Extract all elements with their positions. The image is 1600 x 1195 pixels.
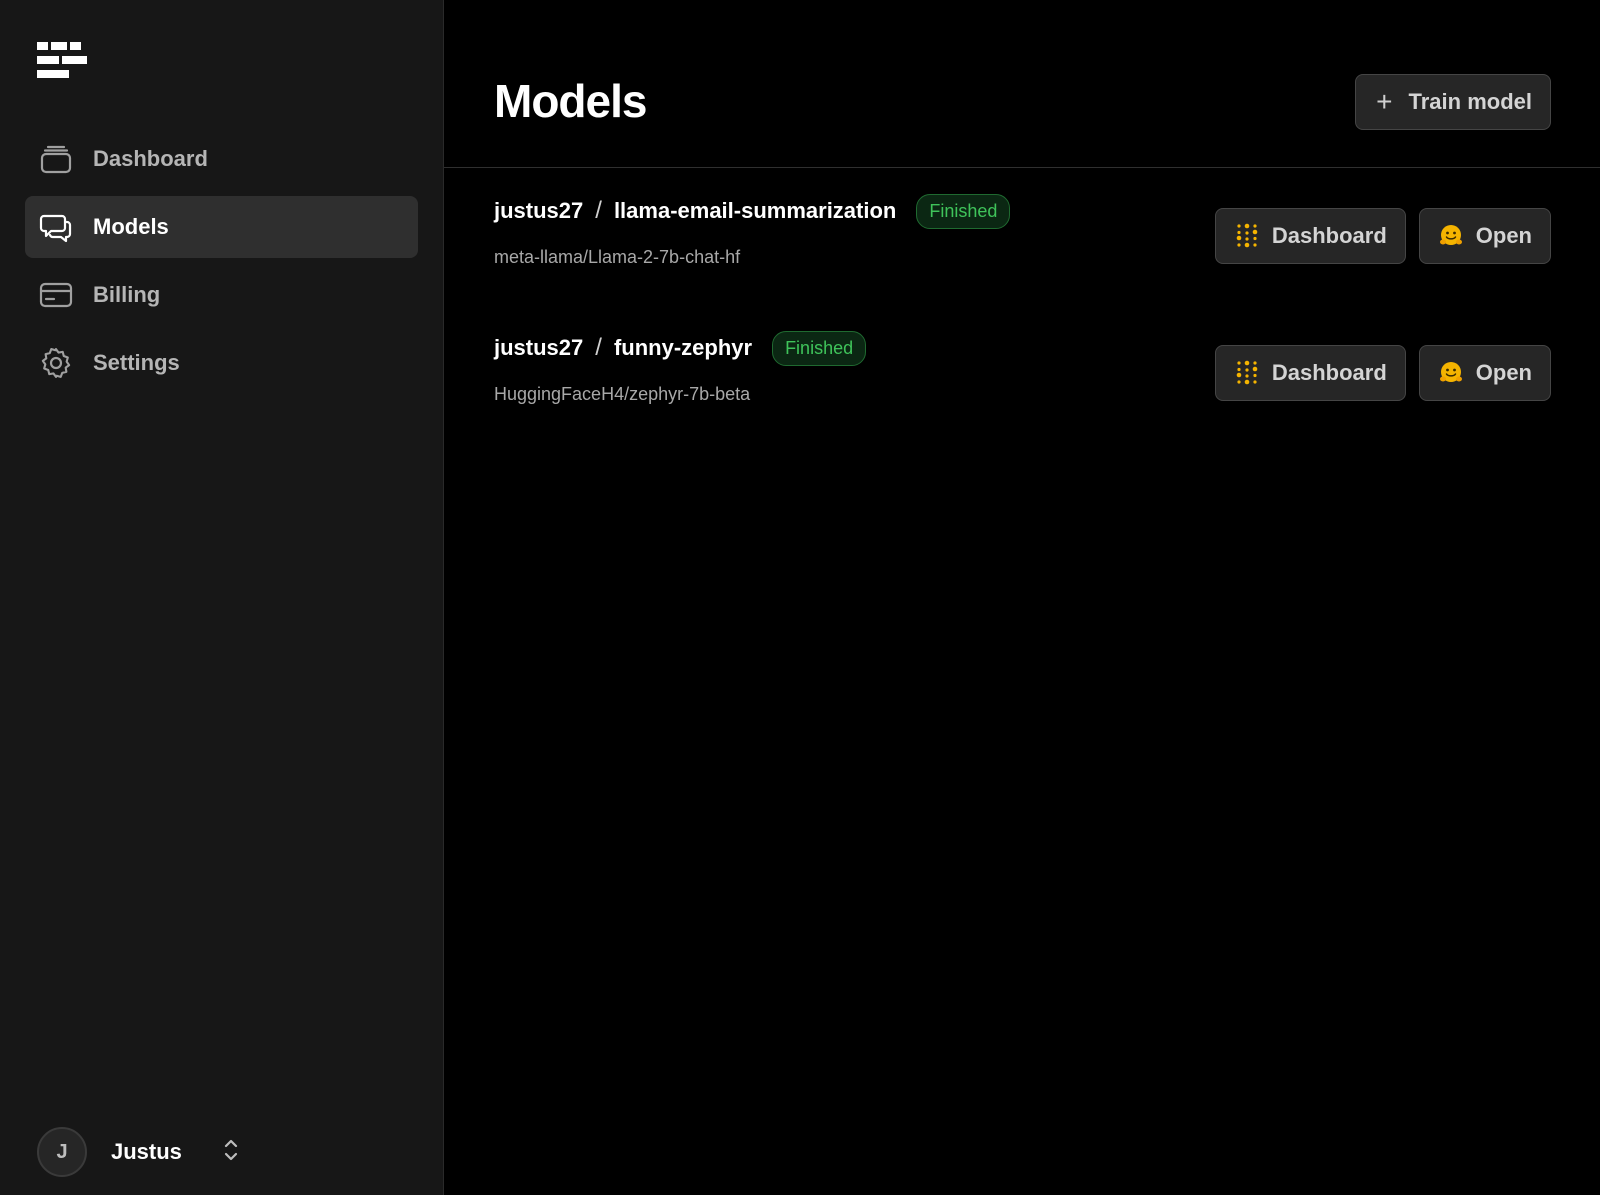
hugging-face-icon: [1438, 223, 1464, 249]
layers-icon: [39, 142, 73, 176]
page-header: Models + Train model: [444, 0, 1600, 168]
wandb-dots-icon: [1234, 360, 1260, 386]
train-model-button[interactable]: + Train model: [1355, 74, 1551, 130]
dashboard-button-label: Dashboard: [1271, 360, 1387, 385]
chat-bubbles-icon: [39, 210, 73, 244]
path-separator: /: [595, 334, 602, 361]
user-menu[interactable]: J Justus: [37, 1127, 241, 1177]
model-owner[interactable]: justus27: [494, 198, 583, 224]
open-button[interactable]: Open: [1418, 345, 1551, 401]
avatar: J: [37, 1127, 87, 1177]
chevron-up-down-icon: [221, 1136, 241, 1169]
hugging-face-icon: [1438, 360, 1464, 386]
sidebar-item-dashboard[interactable]: Dashboard: [25, 128, 418, 190]
sidebar-nav: Dashboard Models Billing Settings: [25, 128, 418, 400]
page-title: Models: [494, 75, 647, 127]
list-item: justus27 / llama-email-summarization Fin…: [494, 193, 1551, 303]
status-badge: Finished: [772, 330, 867, 366]
model-name[interactable]: llama-email-summarization: [614, 198, 896, 224]
plus-icon: +: [1376, 86, 1393, 117]
sidebar-item-label: Dashboard: [93, 146, 208, 171]
dashboard-button-label: Dashboard: [1271, 223, 1387, 248]
sidebar: Dashboard Models Billing Settings J Just…: [0, 0, 444, 1195]
wandb-dots-icon: [1234, 223, 1260, 249]
brand-logo-icon[interactable]: [37, 42, 87, 80]
model-name[interactable]: funny-zephyr: [614, 335, 752, 361]
main-content: Models + Train model justus27 / llama-em…: [444, 0, 1600, 1195]
sidebar-item-settings[interactable]: Settings: [25, 332, 418, 394]
dashboard-button[interactable]: Dashboard: [1214, 345, 1406, 401]
sidebar-item-label: Settings: [93, 350, 180, 375]
open-button-label: Open: [1475, 223, 1532, 248]
credit-card-icon: [39, 278, 73, 312]
model-actions: Dashboard Open: [1214, 208, 1551, 264]
sidebar-item-label: Billing: [93, 282, 161, 307]
user-name: Justus: [111, 1139, 182, 1164]
train-model-label: Train model: [1408, 89, 1532, 114]
list-item: justus27 / funny-zephyr Finished Hugging…: [494, 330, 1551, 440]
open-button[interactable]: Open: [1418, 208, 1551, 264]
sidebar-item-billing[interactable]: Billing: [25, 264, 418, 326]
model-owner[interactable]: justus27: [494, 335, 583, 361]
model-actions: Dashboard Open: [1214, 345, 1551, 401]
sidebar-item-label: Models: [93, 214, 169, 239]
dashboard-button[interactable]: Dashboard: [1214, 208, 1406, 264]
gear-icon: [39, 346, 73, 380]
sidebar-item-models[interactable]: Models: [25, 196, 418, 258]
open-button-label: Open: [1475, 360, 1532, 385]
status-badge: Finished: [916, 193, 1011, 229]
path-separator: /: [595, 197, 602, 224]
